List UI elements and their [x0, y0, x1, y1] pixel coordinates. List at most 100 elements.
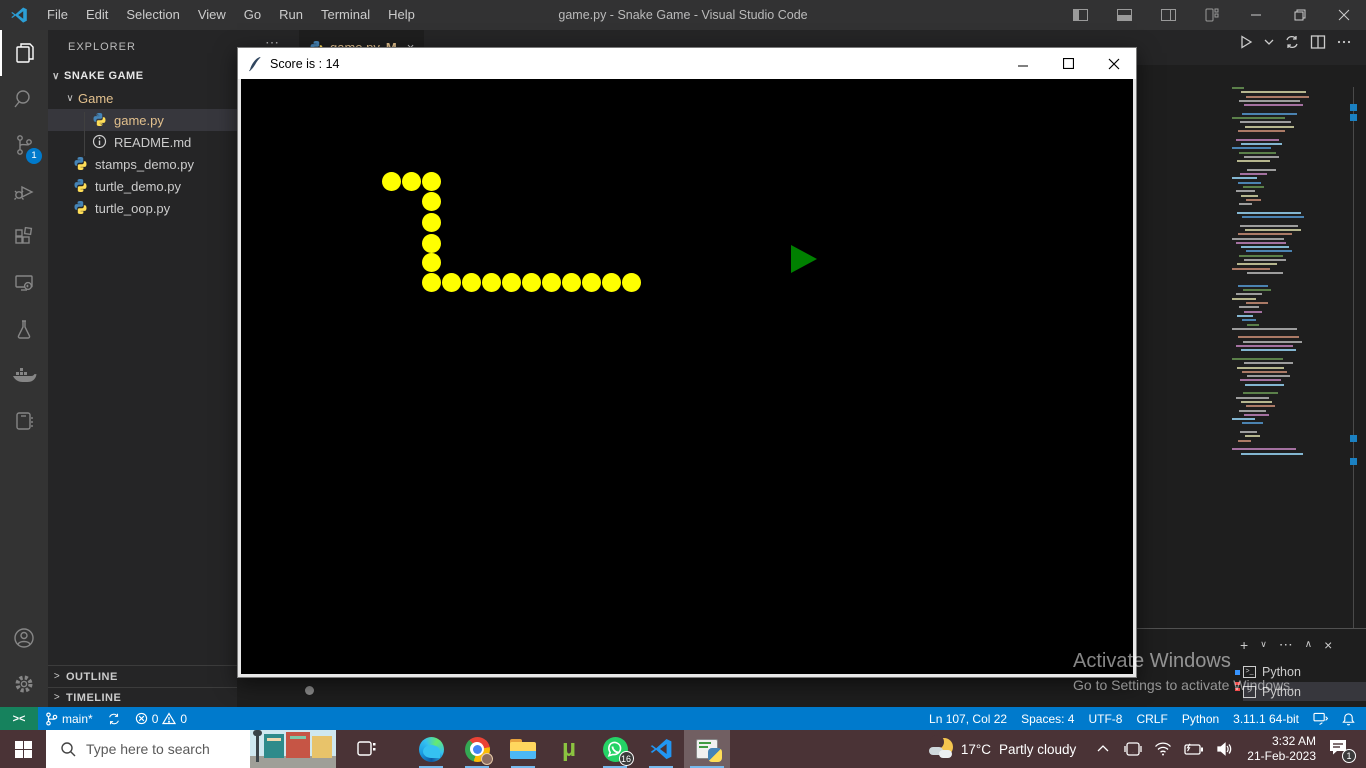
remote-indicator-button[interactable]: >< — [0, 707, 38, 730]
game-window[interactable]: Score is : 14 — [237, 47, 1137, 678]
cursor-position-item[interactable]: Ln 107, Col 22 — [922, 707, 1014, 730]
menu-edit[interactable]: Edit — [77, 0, 117, 30]
file-label: README.md — [114, 135, 191, 150]
git-branch-item[interactable]: main* — [38, 707, 100, 730]
whatsapp-icon[interactable]: 16 — [592, 730, 638, 768]
speaker-icon[interactable] — [1216, 742, 1233, 756]
menu-go[interactable]: Go — [235, 0, 270, 30]
chrome-icon[interactable] — [454, 730, 500, 768]
weather-temp[interactable]: 17°C — [961, 742, 991, 757]
remote-explorer-icon[interactable] — [0, 260, 48, 306]
close-button[interactable] — [1322, 0, 1366, 30]
snake-dot — [422, 213, 441, 232]
turtle-cursor — [791, 245, 817, 273]
cast-device-icon[interactable] — [1124, 741, 1142, 757]
menu-terminal[interactable]: Terminal — [312, 0, 379, 30]
file-row-turtleoop[interactable]: turtle_oop.py — [48, 197, 237, 219]
menu-help[interactable]: Help — [379, 0, 424, 30]
explorer-icon[interactable] — [0, 30, 48, 76]
python-file-icon — [73, 200, 89, 216]
problems-item[interactable]: 0 0 — [128, 707, 194, 730]
source-control-icon[interactable]: 1 — [0, 122, 48, 168]
weather-icon[interactable] — [929, 737, 955, 761]
branch-icon — [45, 712, 58, 726]
search-promo-image[interactable] — [250, 730, 336, 768]
snake-dot — [622, 273, 641, 292]
encoding-item[interactable]: UTF-8 — [1081, 707, 1129, 730]
wifi-icon[interactable] — [1154, 742, 1172, 756]
snake-dot — [522, 273, 541, 292]
battery-icon[interactable] — [1184, 743, 1204, 756]
search-icon[interactable] — [0, 76, 48, 122]
outline-section[interactable]: > OUTLINE — [48, 665, 237, 687]
weather-desc[interactable]: Partly cloudy — [999, 742, 1076, 757]
panel-divider[interactable] — [1137, 628, 1366, 629]
customize-layout-icon[interactable] — [1190, 0, 1234, 30]
restore-button[interactable] — [1278, 0, 1322, 30]
project-root-row[interactable]: ∨ SNAKE GAME — [48, 65, 237, 87]
taskbar-search[interactable]: Type here to search — [46, 730, 336, 768]
layout-panel-icon[interactable] — [1102, 0, 1146, 30]
notebook-icon[interactable] — [0, 398, 48, 444]
minimize-button[interactable] — [1234, 0, 1278, 30]
minimap[interactable] — [1232, 87, 1352, 462]
settings-gear-icon[interactable] — [0, 661, 48, 707]
extensions-icon[interactable] — [0, 214, 48, 260]
testing-icon[interactable] — [0, 306, 48, 352]
chevron-right-icon: > — [48, 692, 66, 703]
split-editor-icon[interactable] — [1310, 34, 1326, 50]
game-minimize-button[interactable] — [1001, 48, 1046, 79]
activity-bar: 1 — [0, 30, 48, 707]
tray-clock[interactable]: 3:32 AM 21-Feb-2023 — [1247, 734, 1316, 764]
python-app-taskbar-icon[interactable] — [684, 730, 730, 768]
start-button[interactable] — [0, 730, 46, 768]
file-row-turtledemo[interactable]: turtle_demo.py — [48, 175, 237, 197]
tray-date: 21-Feb-2023 — [1247, 749, 1316, 764]
action-center-icon[interactable]: 1 — [1328, 738, 1354, 760]
snake-dot — [422, 192, 441, 211]
docker-icon[interactable] — [0, 352, 48, 398]
indentation-item[interactable]: Spaces: 4 — [1014, 707, 1081, 730]
project-root-label: SNAKE GAME — [64, 70, 144, 82]
edge-icon[interactable] — [408, 730, 454, 768]
language-mode-item[interactable]: Python — [1175, 707, 1226, 730]
game-close-button[interactable] — [1091, 48, 1136, 79]
layout-secondary-sidebar-icon[interactable] — [1146, 0, 1190, 30]
panel-maximize-icon[interactable]: ∧ — [1305, 639, 1312, 650]
panel-close-icon[interactable]: × — [1324, 637, 1332, 653]
file-row-readme[interactable]: README.md — [48, 131, 237, 153]
sync-changes-icon[interactable] — [1284, 34, 1300, 50]
game-window-titlebar[interactable]: Score is : 14 — [238, 48, 1136, 79]
timeline-section[interactable]: > TIMELINE — [48, 687, 237, 707]
file-row-gamepy[interactable]: game.py — [48, 109, 237, 131]
notifications-bell-icon[interactable] — [1335, 707, 1362, 730]
sync-button[interactable] — [100, 707, 128, 730]
vscode-taskbar-icon[interactable] — [638, 730, 684, 768]
file-row-stamps[interactable]: stamps_demo.py — [48, 153, 237, 175]
snake-dot — [422, 234, 441, 253]
run-python-file-icon[interactable] — [1238, 34, 1254, 50]
game-maximize-button[interactable] — [1046, 48, 1091, 79]
tray-expand-icon[interactable] — [1096, 744, 1110, 754]
eol-item[interactable]: CRLF — [1129, 707, 1174, 730]
file-explorer-icon[interactable] — [500, 730, 546, 768]
task-view-button[interactable] — [344, 730, 390, 768]
overview-ruler-mark — [1350, 458, 1357, 465]
sync-icon — [107, 712, 121, 726]
branch-label: main* — [62, 712, 93, 726]
utorrent-icon[interactable]: µ — [546, 730, 592, 768]
editor-scrollbar[interactable] — [1353, 87, 1354, 628]
terminal-dropdown-icon[interactable]: ∨ — [1260, 639, 1267, 650]
python-interpreter-item[interactable]: 3.11.1 64-bit — [1226, 707, 1306, 730]
account-icon[interactable] — [0, 615, 48, 661]
remote-dev-icon[interactable] — [1306, 707, 1335, 730]
folder-game-row[interactable]: ∨ Game — [48, 87, 237, 109]
menu-run[interactable]: Run — [270, 0, 312, 30]
menu-file[interactable]: File — [38, 0, 77, 30]
more-actions-icon[interactable] — [1336, 34, 1352, 50]
run-debug-icon[interactable] — [0, 168, 48, 214]
layout-sidebar-icon[interactable] — [1058, 0, 1102, 30]
menu-view[interactable]: View — [189, 0, 235, 30]
menu-selection[interactable]: Selection — [117, 0, 188, 30]
run-dropdown-icon[interactable] — [1264, 34, 1274, 50]
